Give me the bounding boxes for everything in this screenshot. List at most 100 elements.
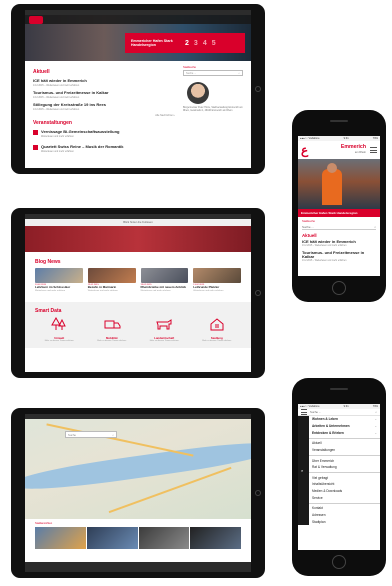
tablet-home-screen: Emmericher Hafen Stark Handelsregion 2 3… — [25, 10, 251, 168]
menu-item[interactable]: Aktuell — [309, 437, 380, 447]
brand-subtitle: am Rhein — [354, 151, 366, 154]
search-icon[interactable]: ⌕ — [301, 468, 303, 473]
menu-item[interactable]: Medien & Downloads — [309, 488, 380, 495]
phone-home: ●●●○○ Vodafone 9:31 79% ع Emmerich am Rh… — [292, 110, 386, 302]
search-placeholder: Suche ... — [310, 410, 322, 414]
gallery-photo[interactable] — [35, 527, 86, 549]
menu-side-strip: ⌕ — [298, 416, 309, 526]
hero-page-2[interactable]: 2 — [185, 40, 189, 47]
menu-search-input[interactable]: Suche ... ⌕ — [310, 410, 377, 414]
truck-icon — [104, 320, 121, 329]
hero-pager[interactable]: 2 3 4 5 — [185, 40, 216, 47]
menu-item[interactable]: Inhaltsübersicht — [309, 481, 380, 488]
news-item[interactable]: Tourismus- und Freizeitmesse in Kalkar 1… — [302, 250, 376, 263]
smart-item-text: Mehr zu diesem Thema erfahren — [202, 340, 232, 343]
search-icon[interactable]: ⌕ — [375, 410, 377, 414]
event-title: Vernissage Bi-Gemeinschaftsausstellung — [41, 129, 120, 134]
menu-item[interactable]: Entdecken & Erleben ⌄ — [309, 430, 380, 437]
search-icon[interactable]: ⌕ — [112, 433, 114, 437]
menu-header: Suche ... ⌕ — [298, 409, 380, 416]
menu-icon[interactable] — [370, 147, 377, 153]
news-teaser: 13.2.2015 – Weiterlesen und mehr erfahre… — [302, 259, 347, 262]
city-logo-icon[interactable]: ع — [301, 143, 311, 157]
menu-item[interactable]: Adressen — [309, 512, 380, 519]
news-teaser: 13.2.2015 – Weiterlesen und mehr erfahre… — [302, 244, 347, 247]
event-item[interactable]: Quartett Swiss Reine – Musik der Romanti… — [33, 144, 175, 156]
news-item[interactable]: ICE hält wieder in Emmerich 13.2.2015 – … — [302, 239, 376, 248]
hero-page-5[interactable]: 5 — [212, 40, 216, 47]
menu-item[interactable]: Arbeiten & Unternehmen ⌄ — [309, 423, 380, 430]
search-placeholder: Suche ... — [302, 224, 314, 229]
battery-label: 79% — [372, 137, 378, 140]
smart-item-text: Mehr zu diesem Thema erfahren — [97, 340, 127, 343]
news-teaser: 13.2.2015 – Weiterlesen und mehr erfahre… — [33, 108, 80, 111]
news-item[interactable]: Tourismus- und Freizeitmesse in Kalkar 1… — [33, 90, 175, 99]
hero-banner: Emmericher Hafen Stark Handelsregion 2 3… — [25, 15, 251, 61]
event-item[interactable]: Vernissage Bi-Gemeinschaftsausstellung W… — [33, 129, 175, 141]
smart-data-grid: Umwelt Mehr zu diesem Thema erfahren Mob… — [35, 317, 241, 342]
menu-item[interactable]: Service — [309, 495, 380, 502]
phone-menu: ●●●○○ Vodafone 9:31 79% Suche ... ⌕ ⌕ Wo… — [292, 378, 386, 576]
blog-card[interactable]: 13.02.2015 Lehrburn im Schlossiker Weite… — [35, 268, 83, 292]
hero-teaser[interactable]: Emmericher Hafen Stark Handelsregion 2 3… — [125, 33, 245, 53]
cow-icon — [156, 319, 172, 330]
brand-title: Emmerich — [340, 143, 366, 150]
menu-item[interactable]: Über Emmerich — [309, 455, 380, 464]
blog-card[interactable]: 13.02.2015 Bezahl- in Marinarin Weiterle… — [87, 268, 136, 292]
carrier-label: ●●●○○ Vodafone — [300, 405, 320, 408]
tablet-home: Emmericher Hafen Stark Handelsregion 2 3… — [11, 4, 265, 174]
blog-card[interactable]: 13.02.2015 Leihrunde Platzler Weiterlese… — [193, 268, 241, 292]
event-teaser: Weiterlesen und mehr erfahren — [41, 135, 74, 138]
menu-icon[interactable] — [301, 409, 307, 415]
hero-person-head — [327, 163, 337, 173]
footer — [25, 562, 251, 572]
news-item[interactable]: Stillegung der Kreisstraße 19 ins Rees 1… — [33, 102, 175, 111]
phone-speaker — [330, 388, 348, 390]
contact-text: Bürgermeister Peter Hinze, Stadtverwaltu… — [183, 107, 243, 113]
search-input[interactable]: Suche ... ⌕ — [183, 70, 243, 76]
gallery-photo[interactable] — [86, 527, 138, 549]
menu-item[interactable]: Viel gefragt — [309, 472, 380, 481]
search-placeholder: Suche ... — [186, 72, 197, 75]
smart-item-umwelt[interactable]: Umwelt Mehr zu diesem Thema erfahren — [35, 317, 84, 342]
search-icon[interactable]: ⌕ — [374, 225, 376, 229]
hero-teaser-text: Emmericher Hafen Stark Handelsregion — [131, 38, 173, 48]
mayor-portrait — [187, 82, 209, 104]
gallery-photo[interactable] — [190, 527, 241, 549]
news-section-title: Aktuell — [33, 69, 50, 75]
clock-label: 9:31 — [343, 137, 349, 140]
sidebar: Stadtsuche Suche ... ⌕ Bürgermeister Pet… — [183, 66, 243, 159]
clock-label: 9:31 — [343, 405, 349, 408]
city-logo[interactable] — [29, 16, 43, 24]
menu-item[interactable]: Wohnen & Leben ⌄ — [309, 416, 380, 423]
smart-item-landwirtschaft[interactable]: Landwirtschaft Mehr zu diesem Thema erfa… — [140, 317, 189, 342]
tablet-home-button — [255, 86, 261, 92]
hero-person — [322, 169, 342, 205]
blog-card[interactable]: 13.02.2015 Rheinbrücke mit neuem Anblick… — [140, 268, 189, 292]
menu-item[interactable]: Rat & Verwaltung — [309, 464, 380, 471]
smart-data-title: Smart Data — [35, 308, 62, 315]
menu-item[interactable]: Stadtplan — [309, 519, 380, 526]
battery-label: 79% — [372, 405, 378, 408]
all-news-link[interactable]: Alle Nachrichten › — [33, 114, 175, 117]
city-map[interactable]: Suche ⌕ — [25, 419, 251, 519]
hero-caption[interactable]: Emmericher Hafen Stark Handelsregion — [298, 209, 380, 217]
menu-item[interactable]: Kontakt — [309, 502, 380, 512]
search-input[interactable]: Suche ... ⌕ — [302, 224, 376, 230]
phone-home-button — [332, 555, 346, 569]
smart-item-siedlung[interactable]: Siedlung Mehr zu diesem Thema erfahren — [193, 317, 242, 342]
blog-section-title: Blog News — [35, 259, 61, 265]
search-icon[interactable]: ⌕ — [239, 72, 240, 75]
map-search-input[interactable]: Suche ⌕ — [65, 431, 117, 438]
calendar-icon — [33, 145, 38, 150]
hero-page-3[interactable]: 3 — [194, 40, 198, 47]
gallery-photo[interactable] — [138, 527, 190, 549]
blog-card-image — [140, 268, 189, 283]
news-section-title: Aktuell — [302, 233, 317, 238]
smart-item-text: Mehr zu diesem Thema erfahren — [149, 340, 179, 343]
phone-menu-screen: ●●●○○ Vodafone 9:31 79% Suche ... ⌕ ⌕ Wo… — [298, 404, 380, 550]
news-item[interactable]: ICE hält wieder in Emmerich 13.2.2015 – … — [33, 78, 175, 87]
menu-item[interactable]: Veranstaltungen — [309, 447, 380, 454]
hero-page-4[interactable]: 4 — [203, 40, 207, 47]
smart-item-mobilitaet[interactable]: Mobilität Mehr zu diesem Thema erfahren — [88, 317, 137, 342]
